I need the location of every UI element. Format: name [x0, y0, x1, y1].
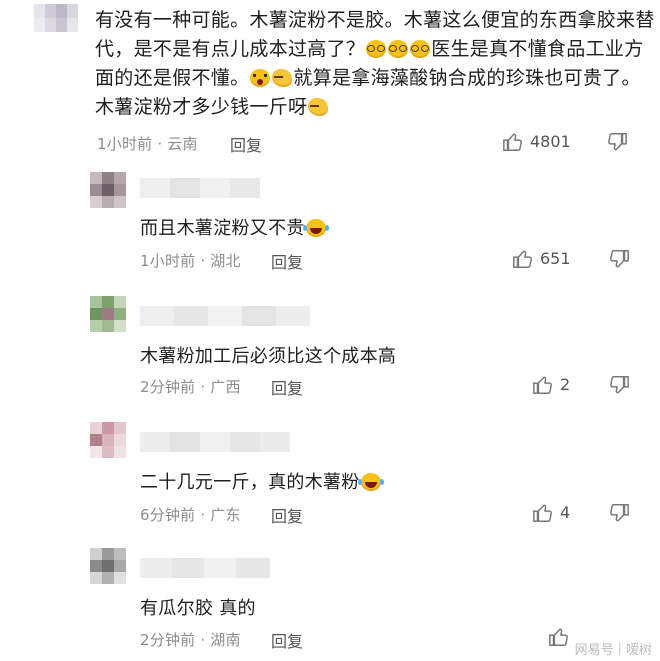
like-count: 4801 [530, 132, 571, 151]
reply-button[interactable]: 回复 [271, 503, 303, 527]
watermark-divider: | [617, 641, 622, 656]
emoji-glasses-icon [366, 40, 387, 58]
reply-text: 木薯粉加工后必须比这个成本高 [140, 342, 396, 368]
emoji-laugh-icon [357, 473, 381, 491]
reply-button[interactable]: 回复 [271, 375, 303, 399]
emoji-hand-icon [308, 98, 329, 116]
watermark-author: 嗳树 [625, 643, 652, 658]
meta-separator: · [195, 631, 211, 649]
meta-separator: · [195, 252, 211, 270]
comment-location: 湖北 [210, 252, 241, 270]
emoji-laugh-icon [302, 219, 326, 237]
like-count: 4 [560, 503, 571, 522]
comment-location: 广东 [210, 506, 241, 524]
reply-button[interactable]: 回复 [230, 132, 262, 156]
comment-meta: 1小时前 · 云南 [97, 133, 198, 154]
meta-separator: · [152, 135, 168, 153]
thumb-up-icon[interactable] [502, 131, 524, 153]
comment-time: 6分钟前 [140, 506, 196, 524]
reply-content: 木薯粉加工后必须比这个成本高 [140, 346, 397, 367]
comment-meta: 1小时前 · 湖北 [140, 250, 241, 271]
like-count: 2 [560, 375, 571, 394]
comment-location: 云南 [167, 135, 198, 153]
avatar[interactable] [90, 296, 126, 332]
reply-content: 二十几元一斤，真的木薯粉 [140, 472, 360, 493]
comment-time: 2分钟前 [140, 631, 196, 649]
main-comment-text: 有没有一种可能。木薯淀粉不是胶。木薯这么便宜的东西拿胶来替代，是不是有点儿成本过… [95, 6, 655, 122]
username[interactable] [140, 306, 310, 326]
comment-time: 1小时前 [140, 252, 196, 270]
thumb-up-icon[interactable] [532, 502, 554, 524]
avatar[interactable] [90, 172, 126, 208]
thumb-down-icon[interactable] [606, 131, 628, 153]
meta-separator: · [195, 506, 211, 524]
thumb-down-icon[interactable] [608, 502, 630, 524]
username[interactable] [140, 432, 290, 452]
thumb-up-icon[interactable] [548, 626, 570, 648]
comment-meta: 6分钟前 · 广东 [140, 504, 241, 525]
reply-content: 有瓜尔胶 真的 [140, 598, 256, 619]
watermark: 网易号 | 嗳树 [575, 639, 652, 658]
reply-button[interactable]: 回复 [271, 628, 303, 652]
reply-text: 有瓜尔胶 真的 [140, 594, 256, 620]
emoji-shock-icon [250, 69, 271, 87]
thumb-up-icon[interactable] [512, 248, 534, 270]
username[interactable] [140, 558, 270, 578]
avatar[interactable] [90, 548, 126, 584]
watermark-brand: 网易号 [574, 643, 614, 658]
comment-location: 广西 [210, 378, 241, 396]
reply-text: 二十几元一斤，真的木薯粉 [140, 468, 382, 494]
comment-location: 湖南 [210, 631, 241, 649]
like-count: 651 [540, 249, 571, 268]
comment-time: 2分钟前 [140, 378, 196, 396]
comment-meta: 2分钟前 · 广西 [140, 376, 241, 397]
emoji-glasses-icon [410, 40, 431, 58]
avatar[interactable] [90, 422, 126, 458]
comment-time: 1小时前 [97, 135, 153, 153]
username[interactable] [140, 178, 260, 198]
thumb-up-icon[interactable] [532, 374, 554, 396]
reply-button[interactable]: 回复 [271, 249, 303, 273]
thumb-down-icon[interactable] [608, 248, 630, 270]
emoji-hand-icon [272, 69, 293, 87]
reply-content: 而且木薯淀粉又不贵 [140, 218, 305, 239]
thumb-down-icon[interactable] [608, 374, 630, 396]
reply-text: 而且木薯淀粉又不贵 [140, 214, 327, 240]
comment-meta: 2分钟前 · 湖南 [140, 629, 241, 650]
avatar[interactable] [34, 4, 78, 32]
emoji-glasses-icon [388, 40, 409, 58]
meta-separator: · [195, 378, 211, 396]
